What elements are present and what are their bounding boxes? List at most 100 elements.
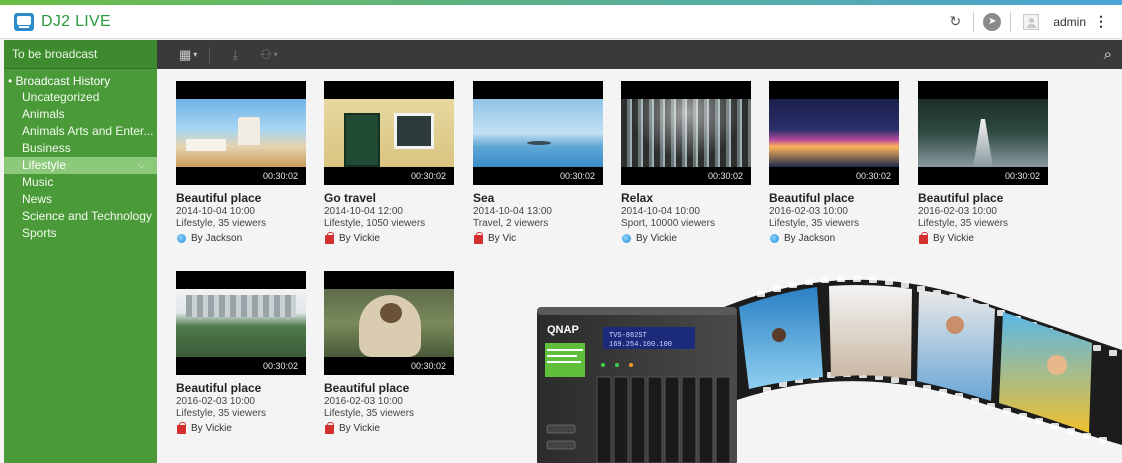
video-duration: 00:30:02: [262, 171, 298, 181]
user-name[interactable]: admin: [1053, 15, 1086, 29]
video-duration: 00:30:02: [855, 171, 891, 181]
tv-logo-icon: [14, 12, 34, 31]
sidebar-section-broadcast-history[interactable]: • Broadcast History: [4, 69, 157, 89]
author-name: By Vickie: [339, 233, 380, 244]
film-strip: [717, 276, 1122, 445]
lock-icon: [325, 422, 334, 434]
letterbox-top: [621, 81, 751, 99]
app-title-sub: LIVE: [75, 12, 111, 30]
download-icon[interactable]: ⤓: [232, 47, 238, 63]
video-thumbnail[interactable]: 00:30:02: [176, 271, 306, 375]
video-author: By Vickie: [324, 422, 456, 434]
globe-icon: [770, 234, 779, 243]
video-card[interactable]: 00:30:02 Beautiful place 2016-02-03 10:0…: [324, 271, 456, 451]
video-title[interactable]: Go travel: [324, 191, 456, 205]
video-thumbnail[interactable]: 00:30:02: [176, 81, 306, 185]
refresh-icon[interactable]: ↻: [937, 5, 973, 39]
thumbnail-image: [324, 289, 454, 357]
video-meta: Sport, 10000 viewers: [621, 218, 715, 229]
video-author: By Vic: [473, 232, 605, 244]
view-dropdown-icon[interactable]: ▾: [193, 50, 197, 59]
brand[interactable]: DJ2 LIVE: [14, 12, 111, 31]
video-card[interactable]: 00:30:02 Beautiful place 2016-02-03 10:0…: [176, 271, 308, 451]
avatar-icon[interactable]: [1023, 13, 1040, 30]
video-thumbnail[interactable]: 00:30:02: [324, 81, 454, 185]
video-thumbnail[interactable]: 00:30:02: [324, 271, 454, 375]
author-name: By Vickie: [933, 233, 974, 244]
video-title[interactable]: Relax: [621, 191, 753, 205]
video-title[interactable]: Sea: [473, 191, 605, 205]
letterbox-top: [176, 81, 306, 99]
sidebar-item-lifestyle[interactable]: Lifestyle ⌵: [4, 157, 157, 174]
search-icon[interactable]: ⌕: [1104, 46, 1112, 63]
video-grid: 00:30:02 Beautiful place 2014-10-04 10:0…: [157, 69, 1122, 463]
author-name: By Vickie: [191, 423, 232, 434]
sidebar-item-to-be-broadcast[interactable]: To be broadcast: [4, 40, 157, 69]
chevron-down-icon[interactable]: ⌵: [138, 157, 145, 174]
letterbox-top: [324, 271, 454, 289]
app-window: DJ2 LIVE ↻ ➤ admin ⋮ To be broadcast • B…: [0, 0, 1122, 463]
video-date: 2016-02-03 10:00: [324, 396, 403, 407]
video-thumbnail[interactable]: 00:30:02: [769, 81, 899, 185]
video-meta: Lifestyle, 35 viewers: [918, 218, 1009, 229]
grid-view-icon[interactable]: ▦: [179, 47, 191, 63]
video-thumbnail[interactable]: 00:30:02: [473, 81, 603, 185]
compass-icon: ➤: [983, 12, 1002, 31]
video-meta: Lifestyle, 35 viewers: [769, 218, 860, 229]
sidebar-item-sports[interactable]: Sports: [4, 225, 157, 242]
video-date: 2014-10-04 13:00: [473, 206, 552, 217]
share-dropdown-icon[interactable]: ▾: [274, 50, 278, 59]
thumbnail-image: [769, 99, 899, 167]
video-thumbnail[interactable]: 00:30:02: [918, 81, 1048, 185]
sidebar-item-animals-arts[interactable]: Animals Arts and Enter...: [4, 123, 157, 140]
sidebar-item-news[interactable]: News: [4, 191, 157, 208]
sidebar-item-business[interactable]: Business: [4, 140, 157, 157]
video-title[interactable]: Beautiful place: [176, 381, 308, 395]
lock-icon: [325, 232, 334, 244]
nas-sticker: [545, 343, 585, 377]
video-title[interactable]: Beautiful place: [918, 191, 1050, 205]
video-card[interactable]: 00:30:02 Go travel 2014-10-04 12:00 Life…: [324, 81, 456, 261]
nas-brand-label: QNAP: [547, 324, 579, 336]
video-duration: 00:30:02: [559, 171, 595, 181]
video-card[interactable]: 00:30:02 Relax 2014-10-04 10:00 Sport, 1…: [621, 81, 753, 261]
letterbox-top: [176, 271, 306, 289]
video-duration: 00:30:02: [1004, 171, 1040, 181]
lock-icon: [474, 232, 483, 244]
video-author: By Vickie: [176, 422, 308, 434]
video-meta: Travel, 2 viewers: [473, 218, 549, 229]
share-icon[interactable]: ⚇: [260, 47, 272, 63]
thumbnail-image: [324, 99, 454, 167]
video-card[interactable]: 00:30:02 Sea 2014-10-04 13:00 Travel, 2 …: [473, 81, 605, 261]
sidebar-item-uncategorized[interactable]: Uncategorized: [4, 89, 157, 106]
video-card[interactable]: 00:30:02 Beautiful place 2016-02-03 10:0…: [769, 81, 901, 261]
author-name: By Vickie: [339, 423, 380, 434]
video-author: By Vickie: [324, 232, 456, 244]
thumbnail-image: [621, 99, 751, 167]
sidebar-item-music[interactable]: Music: [4, 174, 157, 191]
sidebar-item-science[interactable]: Science and Technology: [4, 208, 157, 225]
video-meta: Lifestyle, 35 viewers: [176, 218, 267, 229]
thumbnail-image: [176, 289, 306, 357]
video-card[interactable]: 00:30:02 Beautiful place 2014-10-04 10:0…: [176, 81, 308, 261]
status-button[interactable]: ➤: [974, 5, 1010, 39]
header-divider: [1010, 11, 1012, 32]
letterbox-top: [473, 81, 603, 99]
sidebar-item-animals[interactable]: Animals: [4, 106, 157, 123]
video-meta: Lifestyle, 35 viewers: [176, 408, 267, 419]
toolbar-divider: [209, 46, 211, 63]
video-author: By Vickie: [918, 232, 1050, 244]
globe-icon: [622, 234, 631, 243]
video-title[interactable]: Beautiful place: [176, 191, 308, 205]
nas-model-label: TVS-882ST: [609, 332, 647, 340]
video-duration: 00:30:02: [410, 171, 446, 181]
video-author: By Jackson: [769, 233, 901, 244]
video-date: 2014-10-04 10:00: [176, 206, 255, 217]
video-title[interactable]: Beautiful place: [324, 381, 456, 395]
video-title[interactable]: Beautiful place: [769, 191, 901, 205]
video-card[interactable]: 00:30:02 Beautiful place 2016-02-03 10:0…: [918, 81, 1050, 261]
video-thumbnail[interactable]: 00:30:02: [621, 81, 751, 185]
header-actions: ↻ ➤ admin ⋮: [937, 5, 1122, 39]
video-date: 2016-02-03 10:00: [769, 206, 848, 217]
more-menu-icon[interactable]: ⋮: [1094, 13, 1108, 30]
